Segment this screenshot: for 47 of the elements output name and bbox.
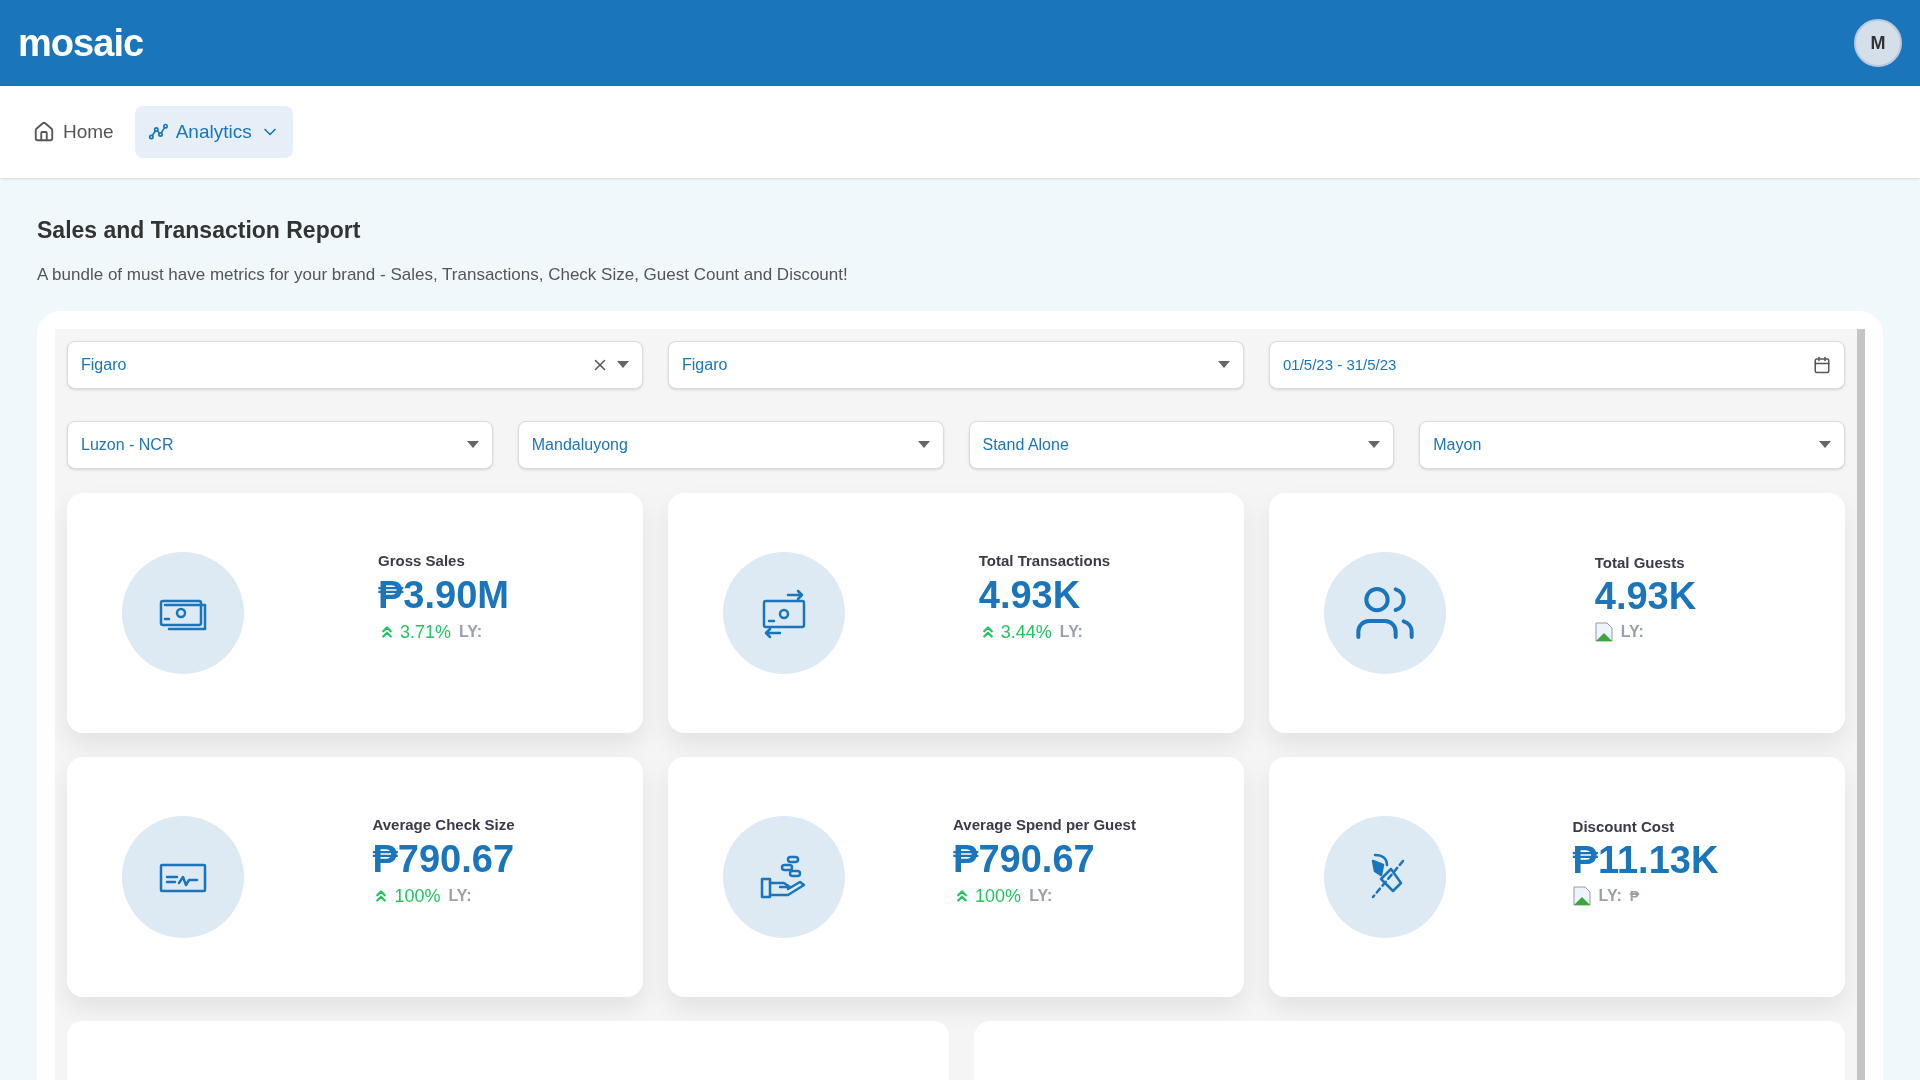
- metric-title: Gross Sales: [378, 551, 466, 572]
- calendar-icon[interactable]: [1813, 356, 1831, 374]
- metric-title: Total Transactions: [978, 551, 1111, 572]
- user-avatar[interactable]: M: [1854, 19, 1902, 67]
- metric-value: ₱790.67: [372, 836, 515, 881]
- select-field[interactable]: Mandaluyong: [517, 421, 944, 469]
- last-year-label: LY:: [1598, 886, 1622, 907]
- change-percent: 100%: [394, 884, 441, 908]
- line-chart-icon: [147, 122, 168, 142]
- caret-icon[interactable]: [617, 361, 629, 369]
- page-title: Sales and Transaction Report: [37, 216, 362, 245]
- metric-value: ₱3.90M: [378, 572, 509, 617]
- select-field[interactable]: Stand Alone: [968, 421, 1395, 469]
- nav-tab[interactable]: Analytics: [134, 106, 293, 158]
- last-year-label: LY:: [1620, 622, 1644, 643]
- change-percent: 3.71%: [400, 620, 452, 644]
- metric-title: Average Spend per Guest: [953, 815, 1136, 836]
- select-field[interactable]: Luzon - NCR: [67, 421, 493, 469]
- metric-value: 4.93K: [1594, 574, 1697, 619]
- caret-icon[interactable]: [1368, 441, 1381, 449]
- metric-value: ₱11.13K: [1572, 838, 1719, 883]
- last-year-label: LY:: [459, 622, 483, 643]
- select-field[interactable]: Mayon: [1419, 421, 1845, 469]
- broken-image-icon: [1572, 886, 1591, 907]
- metric-title: Average Check Size: [372, 815, 515, 836]
- broken-image-icon: [1594, 622, 1613, 643]
- last-year-value: ₱: [1629, 886, 1640, 906]
- nav-tab[interactable]: Home: [20, 106, 127, 158]
- last-year-label: LY:: [448, 886, 472, 907]
- logo[interactable]: mosaic: [18, 14, 144, 72]
- page-subtitle: A bundle of must have metrics for your brand - Sales, Transactions, Check Size, Guest Count and Discount!: [37, 263, 849, 286]
- caret-icon[interactable]: [466, 441, 479, 449]
- metric-title: Total Guests: [1594, 552, 1686, 573]
- select-field[interactable]: Figaro: [67, 341, 643, 389]
- metric-title: Discount Cost: [1572, 816, 1676, 837]
- last-year-label: LY:: [1059, 622, 1083, 643]
- date-range-field[interactable]: 01/5/23 - 31/5/23: [1269, 341, 1845, 389]
- caret-icon[interactable]: [1218, 361, 1230, 369]
- caret-icon[interactable]: [1819, 441, 1831, 449]
- last-year-label: LY:: [1029, 886, 1053, 907]
- home-icon: [33, 121, 55, 143]
- caret-icon[interactable]: [917, 441, 930, 449]
- change-percent: 3.44%: [1000, 620, 1052, 644]
- metric-value: 4.93K: [978, 572, 1082, 617]
- select-field[interactable]: Figaro: [668, 341, 1244, 389]
- change-percent: 100%: [975, 884, 1022, 908]
- metric-value: ₱790.67: [953, 836, 1096, 881]
